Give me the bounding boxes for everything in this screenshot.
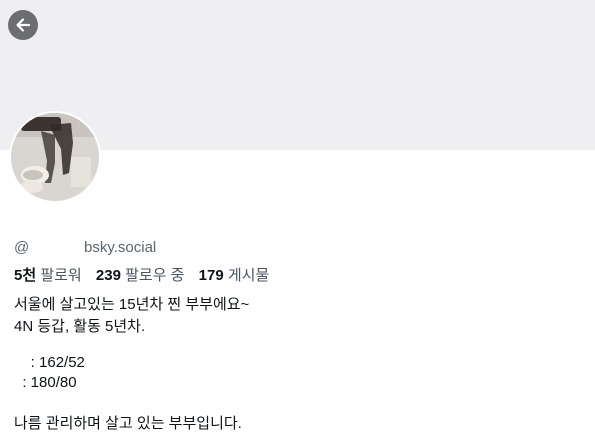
following-label: 팔로우 중 xyxy=(125,267,185,284)
posts-count: 179 xyxy=(198,267,224,284)
handle-prefix: @ xyxy=(14,239,30,256)
posts-stat: 179 게시물 xyxy=(199,267,270,284)
followers-label: 팔로워 xyxy=(40,267,82,284)
profile-stats: 5천 팔로워 239 팔로우 중 179 게시물 xyxy=(14,264,279,285)
handle-domain: bsky.social xyxy=(84,239,157,256)
bio-line-2: 4N 등갑, 활동 5년차. xyxy=(14,318,146,335)
avatar-image xyxy=(11,113,99,201)
bio-line-5: 나름 관리하며 살고 있는 부부입니다. xyxy=(14,415,242,432)
bio-line-1: 서울에 살고있는 15년차 찐 부부에요~ xyxy=(14,296,250,313)
avatar[interactable] xyxy=(9,111,101,203)
posts-label: 게시물 xyxy=(227,267,270,284)
bio-line-3: : 162/52 xyxy=(14,354,85,371)
bio-line-4: : 180/80 xyxy=(14,374,77,391)
followers-count: 5천 xyxy=(14,267,37,284)
followers-stat[interactable]: 5천 팔로워 xyxy=(14,267,82,284)
back-button[interactable] xyxy=(8,10,38,40)
profile-handle: @ bsky.social xyxy=(14,239,156,256)
arrow-left-icon xyxy=(16,18,31,32)
following-stat[interactable]: 239 팔로우 중 xyxy=(96,267,185,284)
following-count: 239 xyxy=(95,267,121,284)
